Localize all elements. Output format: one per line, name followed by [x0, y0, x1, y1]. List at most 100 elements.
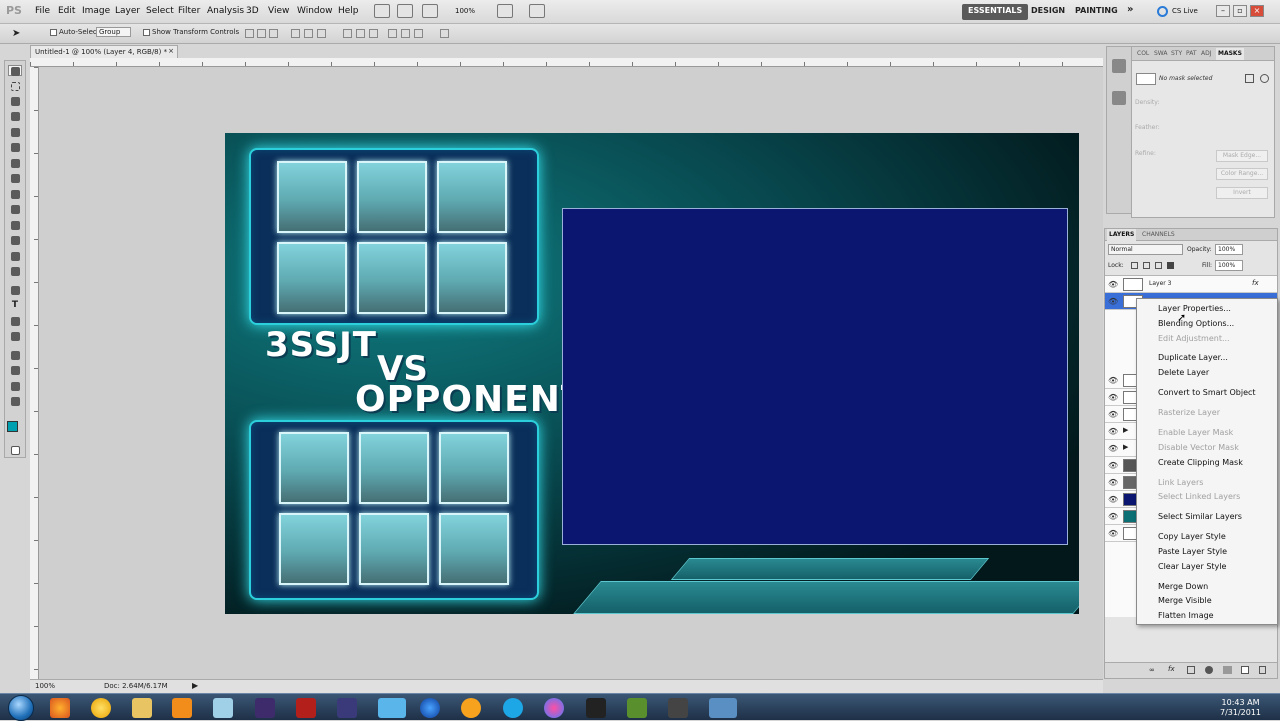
status-zoom[interactable]: 100%: [35, 682, 55, 690]
menu-item-select-similar-layers[interactable]: Select Similar Layers: [1158, 512, 1242, 521]
crop-tool-icon[interactable]: [8, 127, 22, 138]
menu-item-copy-layer-style[interactable]: Copy Layer Style: [1158, 532, 1226, 541]
chrome-icon[interactable]: [91, 698, 111, 718]
app-icon[interactable]: [213, 698, 233, 718]
visibility-eye-icon[interactable]: 👁: [1108, 393, 1118, 402]
menu-item-clear-layer-style[interactable]: Clear Layer Style: [1158, 562, 1226, 571]
screen-mode-icon[interactable]: [529, 4, 545, 18]
menu-item-layer-properties[interactable]: Layer Properties...: [1158, 304, 1231, 313]
invert-button[interactable]: Invert: [1216, 187, 1268, 199]
menu-layer[interactable]: Layer: [115, 6, 140, 16]
visibility-eye-icon[interactable]: 👁: [1108, 444, 1118, 453]
align-left-icon[interactable]: [291, 29, 300, 38]
menu-3d[interactable]: 3D: [246, 6, 259, 16]
fill-input[interactable]: 100%: [1215, 260, 1243, 271]
quick-selection-tool-icon[interactable]: [8, 111, 22, 122]
layer-row[interactable]: 👁 Layer 3 fx: [1105, 276, 1277, 293]
distribute-hcenter-icon[interactable]: [401, 29, 410, 38]
add-vector-mask-icon[interactable]: [1260, 74, 1269, 83]
minimize-button[interactable]: –: [1216, 5, 1230, 17]
new-adjustment-layer-icon[interactable]: [1205, 666, 1213, 674]
browser-icon[interactable]: [420, 698, 440, 718]
visibility-eye-icon[interactable]: 👁: [1108, 461, 1118, 470]
align-hcenter-icon[interactable]: [304, 29, 313, 38]
tab-layers[interactable]: LAYERS: [1107, 229, 1137, 241]
lock-pixels-icon[interactable]: [1143, 262, 1150, 269]
delete-layer-icon[interactable]: [1259, 666, 1266, 674]
blend-mode-dropdown[interactable]: Normal: [1108, 244, 1183, 255]
lock-position-icon[interactable]: [1155, 262, 1162, 269]
document-canvas[interactable]: 3SSJT VS OPPONENT: [225, 133, 1079, 614]
hand-tool-icon[interactable]: [8, 381, 22, 392]
photoshop-taskbar-icon[interactable]: [709, 698, 737, 718]
distribute-vcenter-icon[interactable]: [356, 29, 365, 38]
menu-edit[interactable]: Edit: [58, 6, 75, 16]
distribute-left-icon[interactable]: [388, 29, 397, 38]
add-mask-icon[interactable]: [1187, 666, 1195, 674]
distribute-top-icon[interactable]: [343, 29, 352, 38]
align-bottom-icon[interactable]: [269, 29, 278, 38]
tab-masks[interactable]: MASKS: [1216, 48, 1244, 60]
mini-bridge-icon[interactable]: [397, 4, 413, 18]
3d-orbit-tool-icon[interactable]: [8, 365, 22, 376]
path-selection-tool-icon[interactable]: [8, 316, 22, 327]
close-button[interactable]: ×: [1250, 5, 1264, 17]
menu-item-merge-down[interactable]: Merge Down: [1158, 582, 1208, 591]
firefox-icon[interactable]: [50, 698, 70, 718]
gradient-tool-icon[interactable]: [8, 235, 22, 246]
brush-tool-icon[interactable]: [8, 173, 22, 184]
menu-analysis[interactable]: Analysis: [207, 6, 244, 16]
add-layer-style-icon[interactable]: fx: [1168, 665, 1175, 673]
blur-tool-icon[interactable]: [8, 251, 22, 262]
tab-adjustments[interactable]: ADJ: [1199, 48, 1214, 60]
dodge-tool-icon[interactable]: [8, 266, 22, 277]
cs-live-menu[interactable]: CS Live: [1172, 7, 1198, 15]
new-group-icon[interactable]: [1223, 666, 1232, 674]
menu-image[interactable]: Image: [82, 6, 110, 16]
visibility-eye-icon[interactable]: 👁: [1108, 427, 1118, 436]
menu-item-delete-layer[interactable]: Delete Layer: [1158, 368, 1209, 377]
minecraft-icon[interactable]: [627, 698, 647, 718]
visibility-eye-icon[interactable]: 👁: [1108, 376, 1118, 385]
visibility-eye-icon[interactable]: 👁: [1108, 495, 1118, 504]
visibility-eye-icon[interactable]: 👁: [1108, 529, 1118, 538]
zoom-tool-icon[interactable]: [8, 396, 22, 407]
skype-icon[interactable]: [503, 698, 523, 718]
history-panel-icon[interactable]: [1112, 59, 1126, 73]
more-workspaces-button[interactable]: »: [1121, 2, 1139, 18]
app-icon[interactable]: [544, 698, 564, 718]
clone-stamp-tool-icon[interactable]: [8, 189, 22, 200]
align-right-icon[interactable]: [317, 29, 326, 38]
menu-select[interactable]: Select: [146, 6, 174, 16]
move-tool-icon[interactable]: [8, 65, 22, 76]
menu-file[interactable]: File: [35, 6, 50, 16]
menu-help[interactable]: Help: [338, 6, 359, 16]
layer-effects-icon[interactable]: fx: [1252, 279, 1259, 287]
media-player-icon[interactable]: [172, 698, 192, 718]
tab-channels[interactable]: CHANNELS: [1140, 229, 1177, 241]
auto-select-checkbox[interactable]: Auto-Select:: [50, 28, 102, 36]
history-brush-tool-icon[interactable]: [8, 204, 22, 215]
start-button[interactable]: [8, 695, 34, 721]
eyedropper-tool-icon[interactable]: [8, 142, 22, 153]
expand-arrow-icon[interactable]: ▶: [1123, 443, 1128, 451]
menu-item-convert-smart-object[interactable]: Convert to Smart Object: [1158, 388, 1256, 397]
restore-button[interactable]: ▫: [1233, 5, 1247, 17]
visibility-eye-icon[interactable]: 👁: [1108, 478, 1118, 487]
visibility-eye-icon[interactable]: 👁: [1108, 410, 1118, 419]
document-tab[interactable]: Untitled-1 @ 100% (Layer 4, RGB/8) * ×: [30, 45, 178, 58]
view-extras-icon[interactable]: [422, 4, 438, 18]
premiere-icon[interactable]: [255, 698, 275, 718]
add-pixel-mask-icon[interactable]: [1245, 74, 1254, 83]
folder-icon[interactable]: [132, 698, 152, 718]
lasso-tool-icon[interactable]: [8, 96, 22, 107]
auto-align-icon[interactable]: [440, 29, 449, 38]
workspace-essentials[interactable]: ESSENTIALS: [962, 4, 1029, 20]
arrange-documents-icon[interactable]: [497, 4, 513, 18]
tab-styles[interactable]: STY: [1169, 48, 1184, 60]
menu-filter[interactable]: Filter: [178, 6, 200, 16]
align-top-icon[interactable]: [245, 29, 254, 38]
zoom-level-dropdown[interactable]: 100%: [455, 7, 475, 15]
3d-rotate-tool-icon[interactable]: [8, 350, 22, 361]
marquee-tool-icon[interactable]: [8, 81, 22, 92]
